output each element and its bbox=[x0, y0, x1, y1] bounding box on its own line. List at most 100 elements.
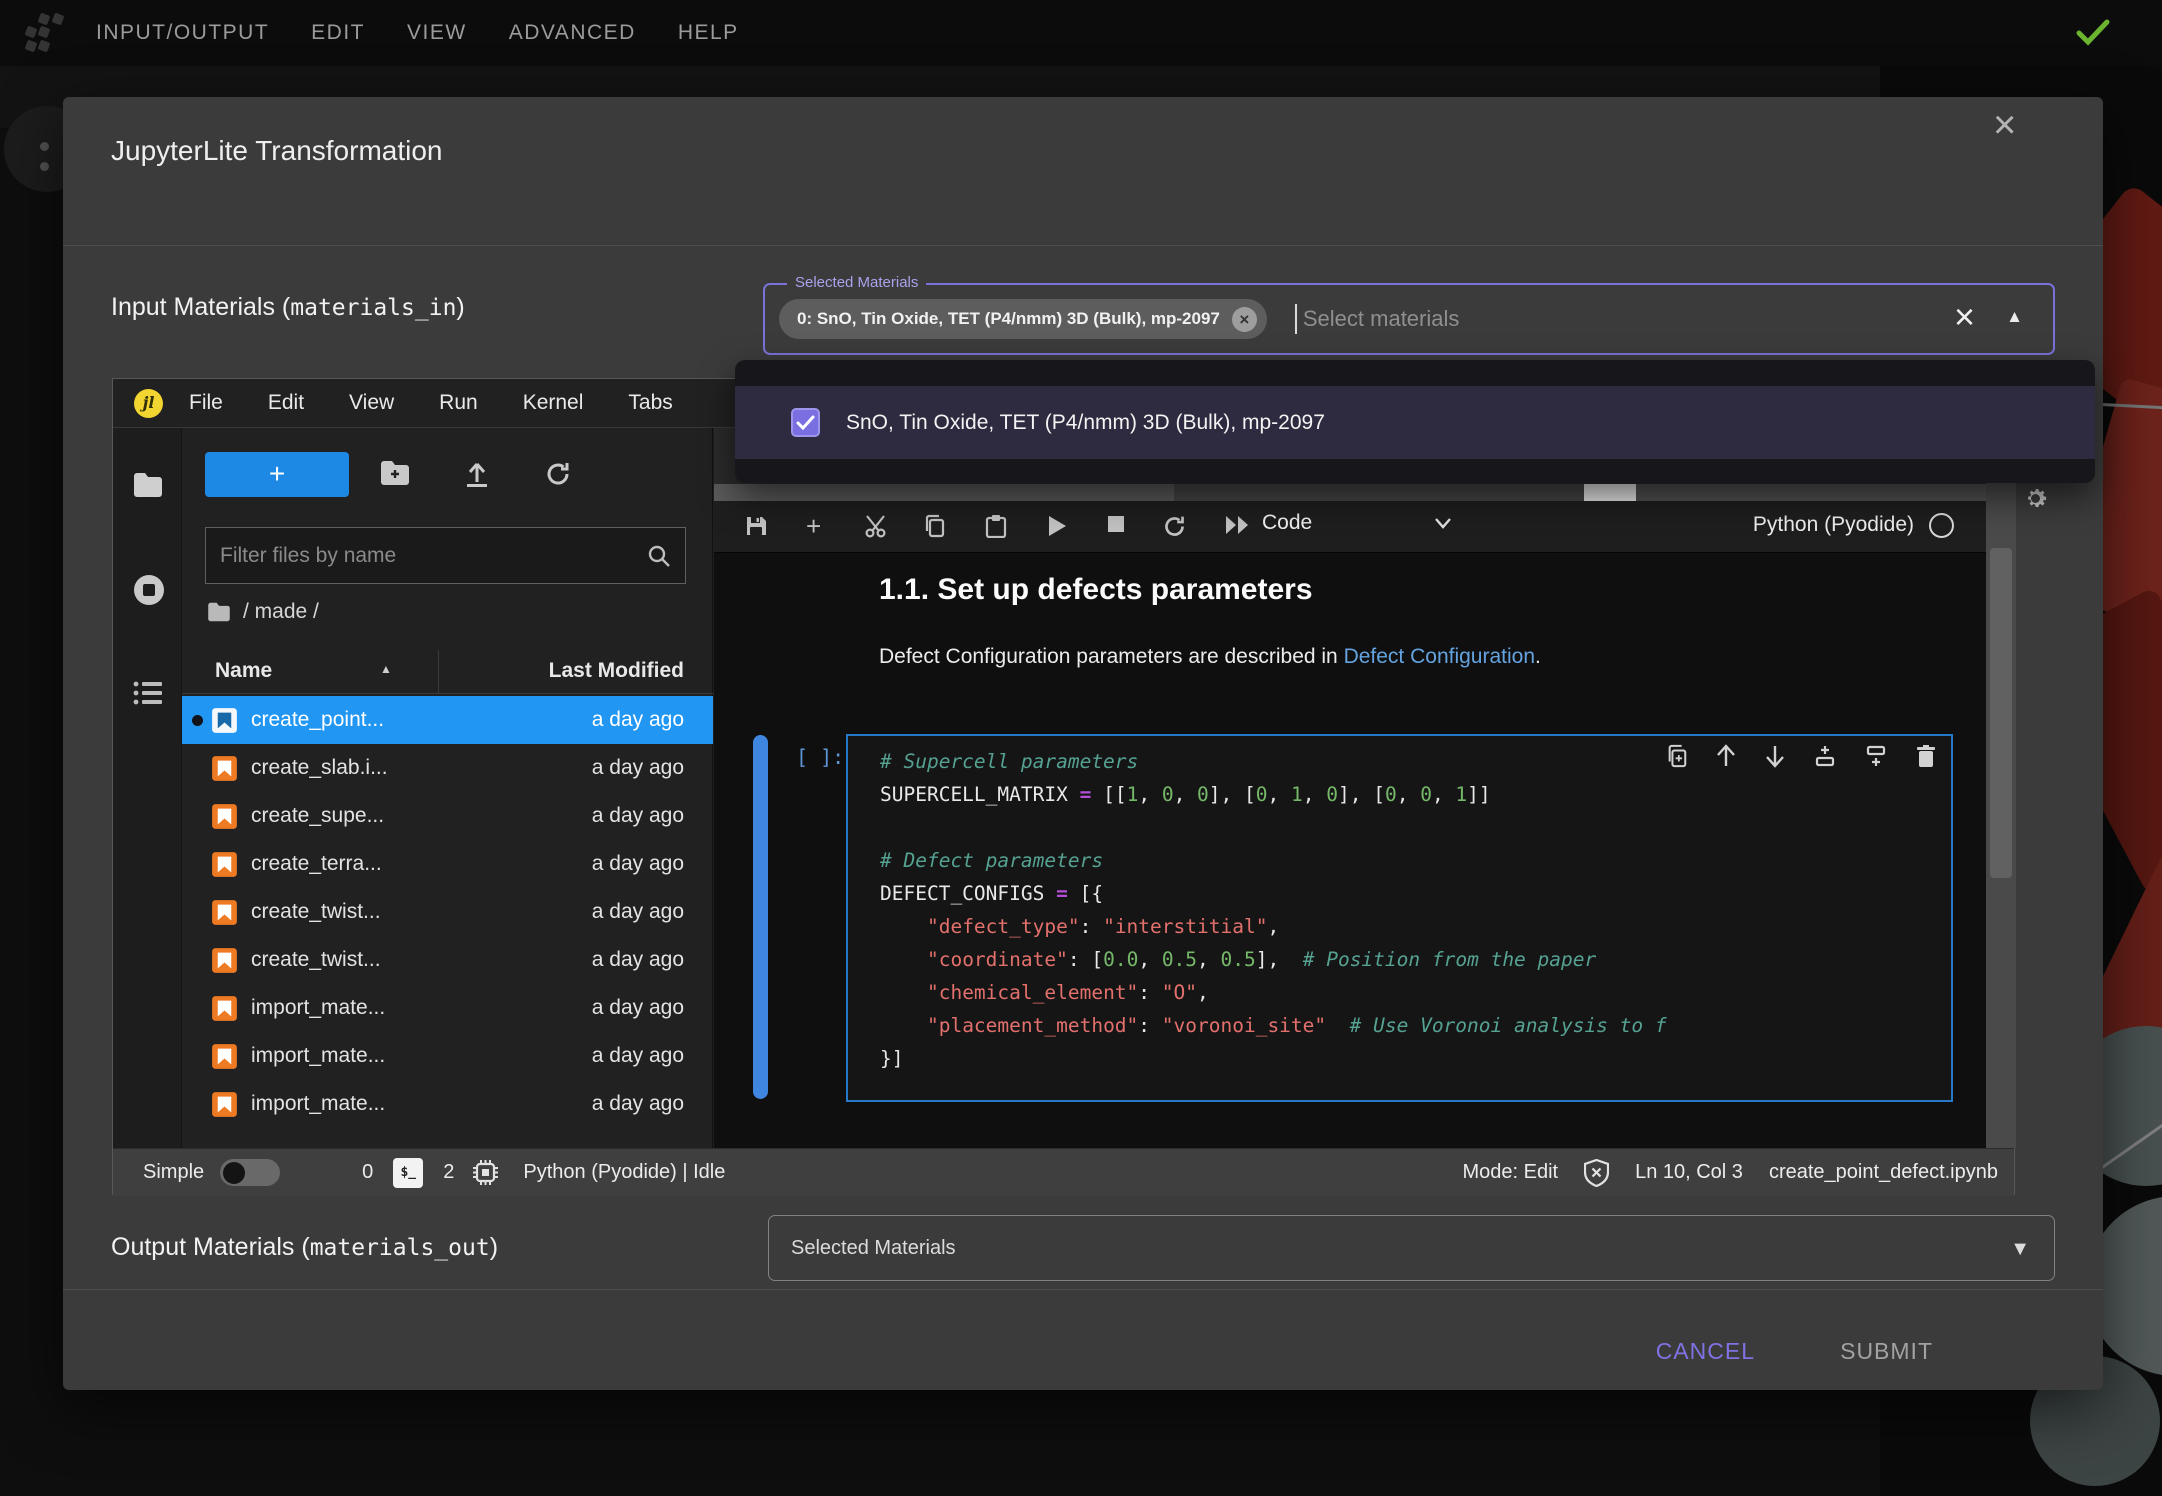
notebook-content[interactable]: 1.1. Set up defects parameters Defect Co… bbox=[714, 553, 1986, 1148]
material-chip[interactable]: 0: SnO, Tin Oxide, TET (P4/nmm) 3D (Bulk… bbox=[779, 299, 1267, 339]
divider bbox=[63, 245, 2103, 246]
insert-cell-icon[interactable]: + bbox=[806, 514, 821, 538]
move-cell-up-icon[interactable] bbox=[1715, 744, 1737, 768]
app-menu-item-advanced[interactable]: ADVANCED bbox=[509, 21, 636, 45]
copy-icon[interactable] bbox=[923, 514, 947, 538]
new-folder-icon[interactable] bbox=[380, 460, 410, 486]
notebook-toolbar: + bbox=[714, 501, 1986, 553]
close-icon[interactable]: × bbox=[1993, 105, 2016, 145]
table-of-contents-tab-icon[interactable] bbox=[133, 680, 163, 706]
cell-type-dropdown[interactable]: Code bbox=[1262, 511, 1452, 535]
app-menu-item-view[interactable]: VIEW bbox=[407, 21, 467, 45]
cancel-button[interactable]: CANCEL bbox=[1656, 1338, 1755, 1365]
collapse-icon[interactable]: ▲ bbox=[2006, 307, 2023, 327]
duplicate-cell-icon[interactable] bbox=[1666, 744, 1688, 768]
cell-type-value: Code bbox=[1262, 511, 1312, 535]
output-materials-label: Output Materials (materials_out) bbox=[111, 1233, 498, 1262]
file-name: create_twist... bbox=[251, 900, 592, 924]
jupyter-menu-run[interactable]: Run bbox=[439, 391, 478, 415]
kernel-name[interactable]: Python (Pyodide) bbox=[1753, 513, 1914, 537]
restart-run-all-icon[interactable] bbox=[1224, 514, 1252, 536]
column-last-modified[interactable]: Last Modified bbox=[549, 659, 684, 683]
filter-files-input[interactable]: Filter files by name bbox=[205, 527, 686, 584]
file-list: create_point...a day agocreate_slab.i...… bbox=[182, 696, 713, 1128]
delete-cell-icon[interactable] bbox=[1915, 744, 1937, 768]
file-row[interactable]: create_twist...a day ago bbox=[182, 936, 713, 984]
materials-input[interactable]: Select materials bbox=[1303, 306, 1460, 332]
new-launcher-button[interactable]: + bbox=[205, 452, 349, 497]
upload-icon[interactable] bbox=[463, 460, 491, 488]
simple-mode-toggle[interactable] bbox=[220, 1159, 280, 1186]
file-row[interactable]: create_point...a day ago bbox=[182, 696, 713, 744]
running-kernels-tab-icon[interactable] bbox=[133, 574, 165, 606]
file-browser-tab-icon[interactable] bbox=[133, 472, 163, 498]
column-name[interactable]: Name bbox=[215, 659, 272, 683]
insert-cell-above-icon[interactable] bbox=[1813, 744, 1837, 768]
file-row[interactable]: create_supe...a day ago bbox=[182, 792, 713, 840]
materials-select-field[interactable]: Selected Materials 0: SnO, Tin Oxide, TE… bbox=[763, 283, 2055, 355]
move-cell-down-icon[interactable] bbox=[1764, 744, 1786, 768]
jupyter-menu-edit[interactable]: Edit bbox=[268, 391, 304, 415]
file-row[interactable]: import_mate...a day ago bbox=[182, 984, 713, 1032]
kernel-status-text[interactable]: Python (Pyodide) | Idle bbox=[523, 1161, 725, 1184]
output-materials-select[interactable]: Selected Materials ▼ bbox=[768, 1215, 2055, 1281]
clear-selection-icon[interactable]: × bbox=[1954, 299, 1975, 335]
input-materials-label: Input Materials (materials_in) bbox=[111, 293, 465, 322]
material-option[interactable]: SnO, Tin Oxide, TET (P4/nmm) 3D (Bulk), … bbox=[735, 386, 2095, 459]
run-icon[interactable] bbox=[1046, 514, 1068, 538]
notebook-area: + bbox=[714, 428, 2016, 1148]
terminal-icon[interactable]: $_ bbox=[393, 1158, 423, 1188]
jupyterlite-logo-icon[interactable]: jl bbox=[134, 389, 163, 418]
app-menubar: INPUT/OUTPUT EDIT VIEW ADVANCED HELP bbox=[0, 0, 2162, 66]
column-divider bbox=[438, 650, 439, 693]
jupyter-sidebar bbox=[113, 428, 182, 1148]
jupyter-statusbar: Simple 0 $_ 2 Python (Pyodide) | Idle Mo… bbox=[113, 1148, 2014, 1196]
app-menu-item-inputoutput[interactable]: INPUT/OUTPUT bbox=[96, 21, 269, 45]
stop-icon[interactable] bbox=[1106, 514, 1126, 534]
code-editor[interactable]: # Supercell parametersSUPERCELL_MATRIX =… bbox=[880, 745, 1947, 1075]
submit-button[interactable]: SUBMIT bbox=[1840, 1338, 1933, 1365]
save-icon[interactable] bbox=[744, 514, 768, 538]
file-row[interactable]: create_slab.i...a day ago bbox=[182, 744, 713, 792]
dialog-title: JupyterLite Transformation bbox=[111, 135, 443, 167]
breadcrumb[interactable]: / made / bbox=[207, 600, 319, 624]
app-menu-item-edit[interactable]: EDIT bbox=[311, 21, 365, 45]
checkbox-checked-icon[interactable] bbox=[791, 408, 820, 437]
simple-mode-label: Simple bbox=[143, 1161, 204, 1184]
notebook-file-icon bbox=[211, 1043, 238, 1070]
file-name: create_point... bbox=[251, 708, 592, 732]
chip-remove-icon[interactable]: × bbox=[1232, 307, 1257, 332]
file-row[interactable]: import_mate...a day ago bbox=[182, 1080, 713, 1128]
code-cell[interactable]: # Supercell parametersSUPERCELL_MATRIX =… bbox=[846, 734, 1953, 1102]
jupyter-menu-view[interactable]: View bbox=[349, 391, 394, 415]
file-row[interactable]: create_terra...a day ago bbox=[182, 840, 713, 888]
jupyter-menu-file[interactable]: File bbox=[189, 391, 223, 415]
kernel-chip-icon[interactable] bbox=[472, 1159, 499, 1186]
dialog-footer: CANCEL SUBMIT bbox=[63, 1289, 2103, 1390]
kernel-status-icon[interactable] bbox=[1929, 513, 1954, 538]
notebook-file-icon bbox=[211, 947, 238, 974]
insert-cell-below-icon[interactable] bbox=[1864, 744, 1888, 768]
tab-scroll-thumb[interactable] bbox=[1584, 484, 1636, 501]
refresh-files-icon[interactable] bbox=[544, 460, 572, 488]
scrollbar-thumb[interactable] bbox=[1990, 548, 2012, 878]
cell-prompt: [ ]: bbox=[796, 745, 844, 769]
trust-shield-icon[interactable] bbox=[1584, 1159, 1609, 1187]
terminals-count: 0 bbox=[362, 1161, 373, 1184]
defect-configuration-link[interactable]: Defect Configuration bbox=[1344, 645, 1535, 668]
file-row[interactable]: import_mate...a day ago bbox=[182, 1032, 713, 1080]
jupyter-menu-kernel[interactable]: Kernel bbox=[523, 391, 584, 415]
app-logo-icon[interactable] bbox=[22, 10, 68, 56]
cursor-position[interactable]: Ln 10, Col 3 bbox=[1635, 1161, 1743, 1184]
gear-icon[interactable] bbox=[2022, 485, 2049, 512]
app-menu-item-help[interactable]: HELP bbox=[678, 21, 739, 45]
running-dot-icon bbox=[192, 715, 203, 726]
jupyter-menu-tabs[interactable]: Tabs bbox=[628, 391, 672, 415]
file-modified: a day ago bbox=[592, 708, 684, 732]
paste-icon[interactable] bbox=[984, 514, 1008, 538]
file-row[interactable]: create_twist...a day ago bbox=[182, 888, 713, 936]
cell-selection-bar[interactable] bbox=[753, 735, 768, 1099]
restart-kernel-icon[interactable] bbox=[1162, 514, 1187, 539]
notebook-scrollbar[interactable] bbox=[1986, 428, 2016, 1148]
cut-icon[interactable] bbox=[864, 514, 889, 539]
